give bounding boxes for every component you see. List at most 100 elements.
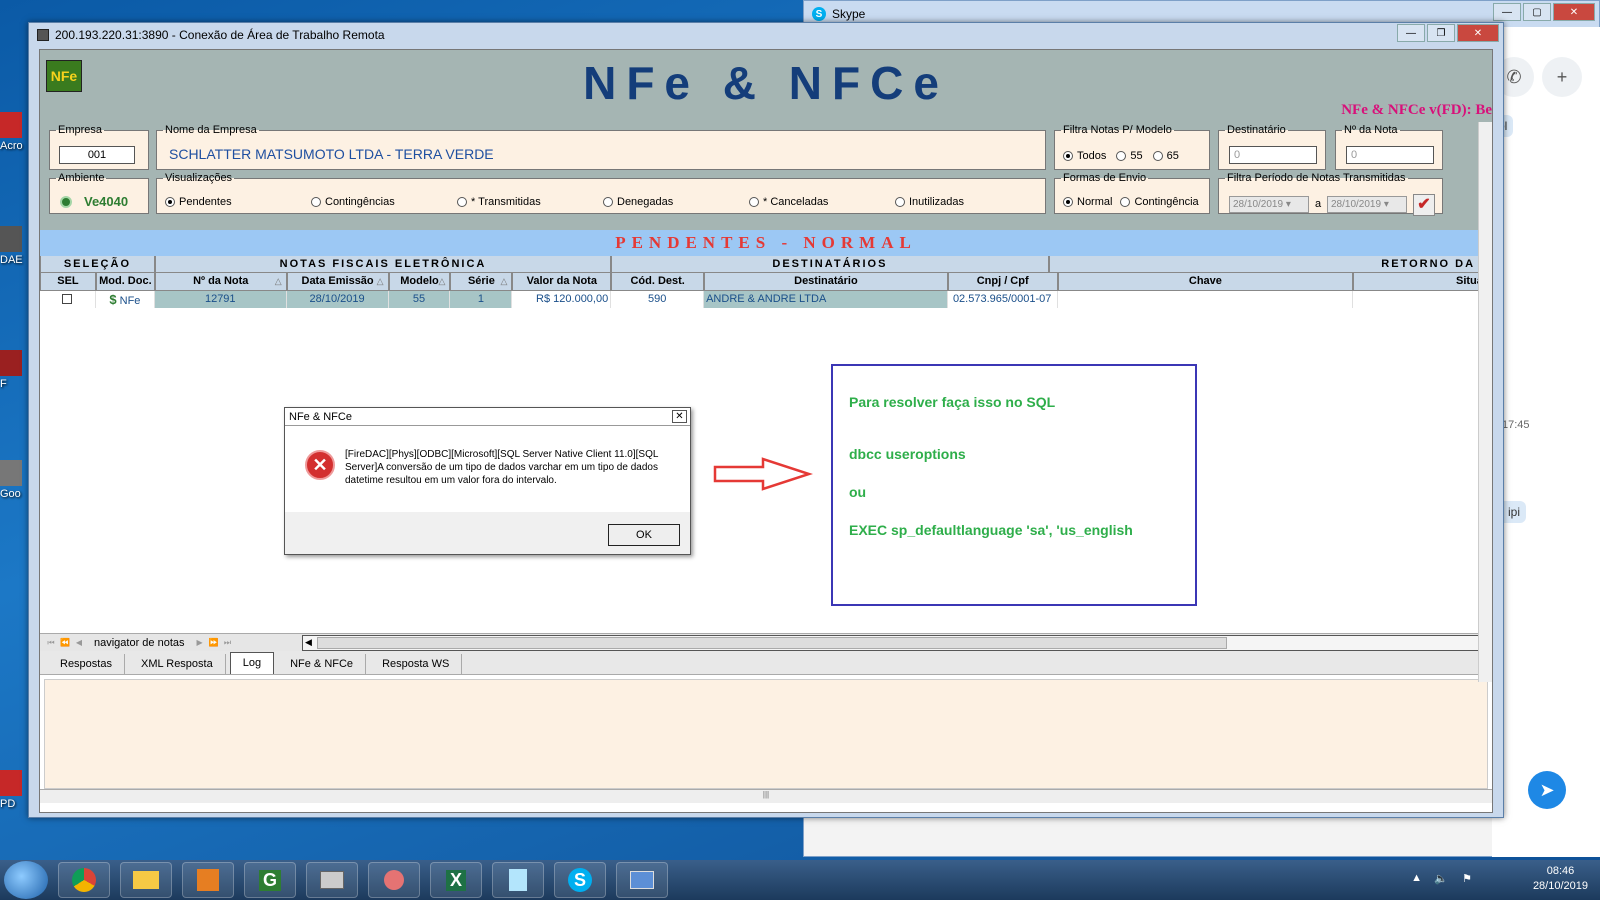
show-hidden-icons-icon[interactable]: ▲: [1411, 872, 1422, 884]
col-valor[interactable]: Valor da Nota: [512, 273, 612, 291]
explorer-icon[interactable]: [120, 862, 172, 898]
radio-65[interactable]: 65: [1152, 150, 1179, 162]
next-icon[interactable]: ▶: [193, 636, 207, 650]
nome-empresa-value: SCHLATTER MATSUMOTO LTDA - TERRA VERDE: [169, 146, 494, 162]
periodo-separator: a: [1315, 198, 1322, 210]
skype-taskbar-icon[interactable]: S: [554, 862, 606, 898]
periodo-from: 28/10/2019: [1233, 199, 1284, 210]
radio-contingencias[interactable]: Contingências: [311, 196, 457, 208]
clock-time: 08:46: [1546, 865, 1575, 877]
col-situacao[interactable]: Situaç: [1353, 273, 1492, 291]
nome-empresa-group: Nome da Empresa SCHLATTER MATSUMOTO LTDA…: [156, 124, 1046, 170]
rdp-window-controls: — ❐ ✕: [1397, 24, 1499, 42]
col-mod-doc[interactable]: Mod. Doc.: [95, 273, 155, 291]
grid-horizontal-scrollbar[interactable]: ◀ ▶: [302, 635, 1492, 651]
scrollbar-thumb[interactable]: [317, 637, 1227, 649]
radio-transmitidas[interactable]: * Transmitidas: [457, 196, 603, 208]
skype-window-controls: — ▢ ✕: [1493, 3, 1595, 21]
first-icon[interactable]: ⏮: [44, 636, 58, 650]
send-icon[interactable]: ➤: [1528, 771, 1566, 809]
notes-icon[interactable]: [492, 862, 544, 898]
radio-normal[interactable]: Normal: [1063, 196, 1112, 208]
ok-button[interactable]: OK: [608, 524, 680, 546]
col-cod-dest[interactable]: Cód. Dest.: [611, 273, 705, 291]
bottom-scrollbar[interactable]: |||: [40, 789, 1492, 803]
col-nr-nota[interactable]: Nº da Nota △: [154, 273, 287, 291]
col-cnpj[interactable]: Cnpj / Cpf: [947, 273, 1058, 291]
minimize-icon[interactable]: —: [1397, 24, 1425, 42]
formas-envio-group: Formas de Envio Normal Contingência: [1054, 172, 1210, 214]
close-icon[interactable]: ✕: [1457, 24, 1499, 42]
radio-denegadas[interactable]: Denegadas: [603, 196, 749, 208]
log-area[interactable]: [44, 679, 1488, 789]
navigator-label: navigator de notas: [94, 636, 185, 649]
nr-nota-input[interactable]: 0: [1346, 146, 1434, 164]
destinatario-legend: Destinatário: [1227, 124, 1286, 136]
group-notas: NOTAS FISCAIS ELETRÔNICA: [154, 256, 612, 273]
scroll-left-icon[interactable]: ◀: [305, 637, 312, 648]
tab-resposta-ws[interactable]: Resposta WS: [370, 654, 463, 674]
col-chave[interactable]: Chave: [1057, 273, 1354, 291]
start-button[interactable]: [4, 861, 48, 899]
col-sel[interactable]: SEL: [40, 273, 96, 291]
col-destinatario[interactable]: Destinatário: [704, 273, 948, 291]
radio-todos[interactable]: Todos: [1063, 150, 1106, 162]
app-window-icon[interactable]: [306, 862, 358, 898]
table-row[interactable]: $ NFe 12791 28/10/2019 55 1 R$ 120.000,0…: [40, 291, 1492, 308]
cell: 12791: [154, 291, 287, 308]
col-data-emissao[interactable]: Data Emissão △: [286, 273, 389, 291]
radio-label: Contingência: [1134, 196, 1199, 208]
prev-page-icon[interactable]: ⏪: [58, 636, 72, 650]
radio-label: Todos: [1077, 150, 1107, 162]
radio-pendentes[interactable]: Pendentes: [165, 196, 311, 208]
empresa-input[interactable]: 001: [59, 146, 135, 164]
clock[interactable]: 08:46 28/10/2019: [1533, 864, 1588, 894]
outlook-icon[interactable]: [182, 862, 234, 898]
prev-icon[interactable]: ◀: [72, 636, 86, 650]
radio-label: Inutilizadas: [909, 196, 965, 208]
minimize-icon[interactable]: —: [1493, 3, 1521, 21]
radio-contingencia[interactable]: Contingência: [1120, 196, 1199, 208]
rdp-titlebar[interactable]: 200.193.220.31:3890 - Conexão de Área de…: [29, 23, 1503, 47]
maximize-icon[interactable]: ▢: [1523, 3, 1551, 21]
close-icon[interactable]: ✕: [1553, 3, 1595, 21]
radio-label: Denegadas: [617, 196, 674, 208]
last-icon[interactable]: ⏭: [221, 636, 235, 650]
tab-respostas[interactable]: Respostas: [48, 654, 125, 674]
periodo-to-select[interactable]: 28/10/2019 ▾: [1327, 196, 1407, 213]
radio-inutilizadas[interactable]: Inutilizadas: [895, 196, 1015, 208]
col-serie[interactable]: Série △: [450, 273, 513, 291]
next-page-icon[interactable]: ⏩: [207, 636, 221, 650]
apply-check-icon[interactable]: ✔: [1413, 194, 1435, 216]
skype-logo-icon: S: [812, 7, 826, 21]
radio-off-icon: [603, 197, 613, 207]
dollar-icon: $: [109, 292, 117, 307]
paint-icon[interactable]: [368, 862, 420, 898]
close-icon[interactable]: ✕: [672, 410, 687, 423]
g-app-icon[interactable]: G: [244, 862, 296, 898]
excel-icon[interactable]: X: [430, 862, 482, 898]
tab-nfe-nfce[interactable]: NFe & NFCe: [278, 654, 367, 674]
add-contact-icon[interactable]: +: [1542, 57, 1582, 97]
remote-desktop-taskbar-icon[interactable]: [616, 862, 668, 898]
row-checkbox[interactable]: [40, 291, 96, 308]
sort-icon: △: [500, 276, 508, 286]
dialog-title: NFe & NFCe: [289, 411, 352, 423]
network-icon[interactable]: ⚑: [1462, 872, 1472, 885]
rdp-window[interactable]: 200.193.220.31:3890 - Conexão de Área de…: [28, 22, 1504, 818]
desktop-icon-label: Goo: [0, 488, 21, 500]
filtra-modelo-group: Filtra Notas P/ Modelo Todos 55 65: [1054, 124, 1210, 170]
radio-55[interactable]: 55: [1116, 150, 1143, 162]
periodo-from-select[interactable]: 28/10/2019 ▾: [1229, 196, 1309, 213]
destinatario-input[interactable]: 0: [1229, 146, 1317, 164]
volume-icon[interactable]: 🔈: [1434, 872, 1448, 885]
radio-canceladas[interactable]: * Canceladas: [749, 196, 895, 208]
radio-label: 55: [1130, 150, 1143, 162]
vertical-scrollbar[interactable]: [1478, 122, 1492, 682]
tab-log[interactable]: Log: [229, 652, 275, 674]
restore-icon[interactable]: ❐: [1427, 24, 1455, 42]
chrome-icon[interactable]: [58, 862, 110, 898]
cell: 1: [450, 291, 513, 308]
tab-xml-resposta[interactable]: XML Resposta: [129, 654, 226, 674]
col-modelo[interactable]: Modelo △: [388, 273, 451, 291]
